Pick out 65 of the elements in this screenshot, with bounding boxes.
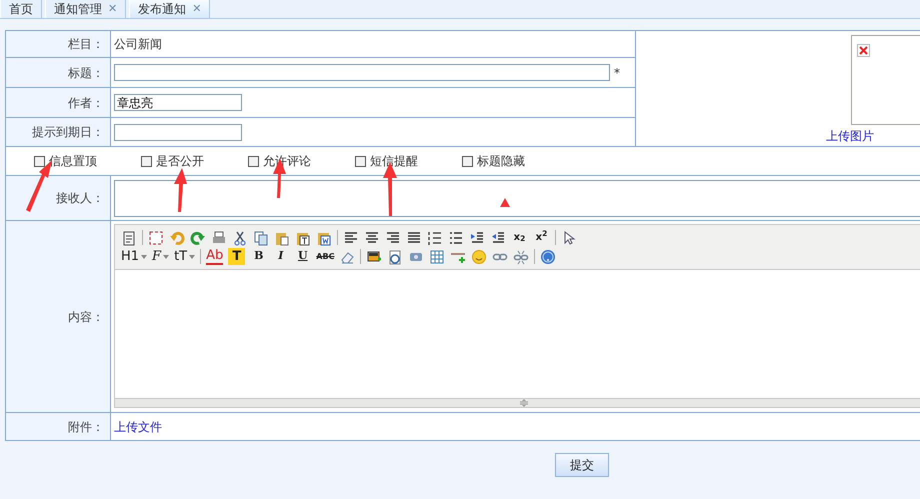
image-icon[interactable] bbox=[366, 248, 382, 264]
annotation-arrow bbox=[174, 168, 187, 212]
checkbox-label: 信息置顶 bbox=[49, 153, 97, 170]
field-label: 附件： bbox=[68, 420, 104, 434]
tab[interactable]: 通知管理 ✕ bbox=[45, 0, 126, 18]
scissors-icon[interactable] bbox=[232, 230, 248, 246]
checkbox[interactable] bbox=[248, 156, 259, 166]
dropdown-button[interactable]: H1 bbox=[121, 248, 148, 265]
checkbox-label: 是否公开 bbox=[156, 153, 204, 170]
justify-icon[interactable] bbox=[406, 230, 422, 246]
field-label: 作者： bbox=[68, 96, 104, 110]
media-file-icon[interactable] bbox=[387, 248, 404, 264]
bold-button[interactable]: B bbox=[250, 248, 268, 265]
document-icon[interactable] bbox=[121, 230, 137, 246]
dropdown-button[interactable]: tT bbox=[174, 248, 196, 265]
underline-button[interactable]: U bbox=[294, 248, 312, 265]
field-label: 提示到期日： bbox=[32, 125, 104, 139]
upload-file-link[interactable]: 上传文件 bbox=[114, 420, 162, 434]
align-right-icon[interactable] bbox=[385, 230, 401, 246]
preview-icon[interactable] bbox=[148, 230, 164, 246]
redo-icon[interactable] bbox=[190, 230, 206, 246]
required-mark: * bbox=[614, 66, 620, 80]
table-icon[interactable] bbox=[429, 248, 446, 264]
script-button[interactable]: x$^{2}$ bbox=[533, 229, 550, 246]
help-icon[interactable] bbox=[540, 248, 556, 264]
bullet-list-icon[interactable] bbox=[448, 230, 464, 246]
italic-button[interactable]: I bbox=[272, 248, 290, 265]
field-label: 标题： bbox=[68, 66, 104, 80]
script-button[interactable]: x$_{2}$ bbox=[511, 229, 528, 246]
recipients-field[interactable] bbox=[114, 180, 920, 216]
checkbox[interactable] bbox=[462, 156, 473, 166]
checkbox[interactable] bbox=[355, 156, 366, 166]
annotation-triangle bbox=[500, 198, 510, 207]
align-center-icon[interactable] bbox=[364, 230, 380, 246]
caret-icon bbox=[189, 254, 196, 258]
copy-icon[interactable] bbox=[253, 230, 269, 246]
field-label: 内容： bbox=[68, 310, 104, 324]
indent-icon[interactable] bbox=[469, 230, 485, 246]
unlink-icon[interactable] bbox=[513, 248, 530, 264]
highlight-button[interactable]: T bbox=[228, 248, 246, 265]
tab[interactable]: 首页 bbox=[0, 0, 42, 18]
submit-button[interactable]: 提交 bbox=[555, 453, 609, 477]
font-dropdown[interactable]: F bbox=[152, 248, 170, 265]
outdent-icon[interactable] bbox=[490, 230, 506, 246]
upload-image-link[interactable]: 上传图片 bbox=[826, 129, 874, 143]
tab[interactable]: 发布通知 ✕ bbox=[129, 0, 210, 18]
checkbox-label: 标题隐藏 bbox=[477, 153, 525, 170]
field-value: 公司新闻 bbox=[114, 37, 162, 51]
caret-icon bbox=[141, 254, 148, 258]
checkbox-label: 短信提醒 bbox=[370, 153, 418, 170]
checkbox[interactable] bbox=[141, 156, 152, 166]
numbered-list-icon[interactable] bbox=[427, 230, 443, 246]
field-label: 栏目： bbox=[68, 37, 104, 51]
input-field[interactable] bbox=[114, 124, 242, 140]
input-field[interactable]: 章忠亮 bbox=[114, 94, 242, 111]
printer-icon[interactable] bbox=[211, 230, 227, 246]
field-label: 接收人： bbox=[56, 191, 104, 205]
caret-icon bbox=[163, 254, 170, 258]
strikethrough-button[interactable]: ABC bbox=[316, 248, 334, 265]
broken-image-icon bbox=[857, 44, 870, 58]
text-color-button[interactable]: Ab bbox=[206, 248, 224, 265]
title-input[interactable] bbox=[114, 64, 610, 81]
resize-handle-icon[interactable] bbox=[519, 399, 529, 407]
checkbox[interactable] bbox=[34, 156, 45, 166]
align-left-icon[interactable] bbox=[343, 230, 359, 246]
